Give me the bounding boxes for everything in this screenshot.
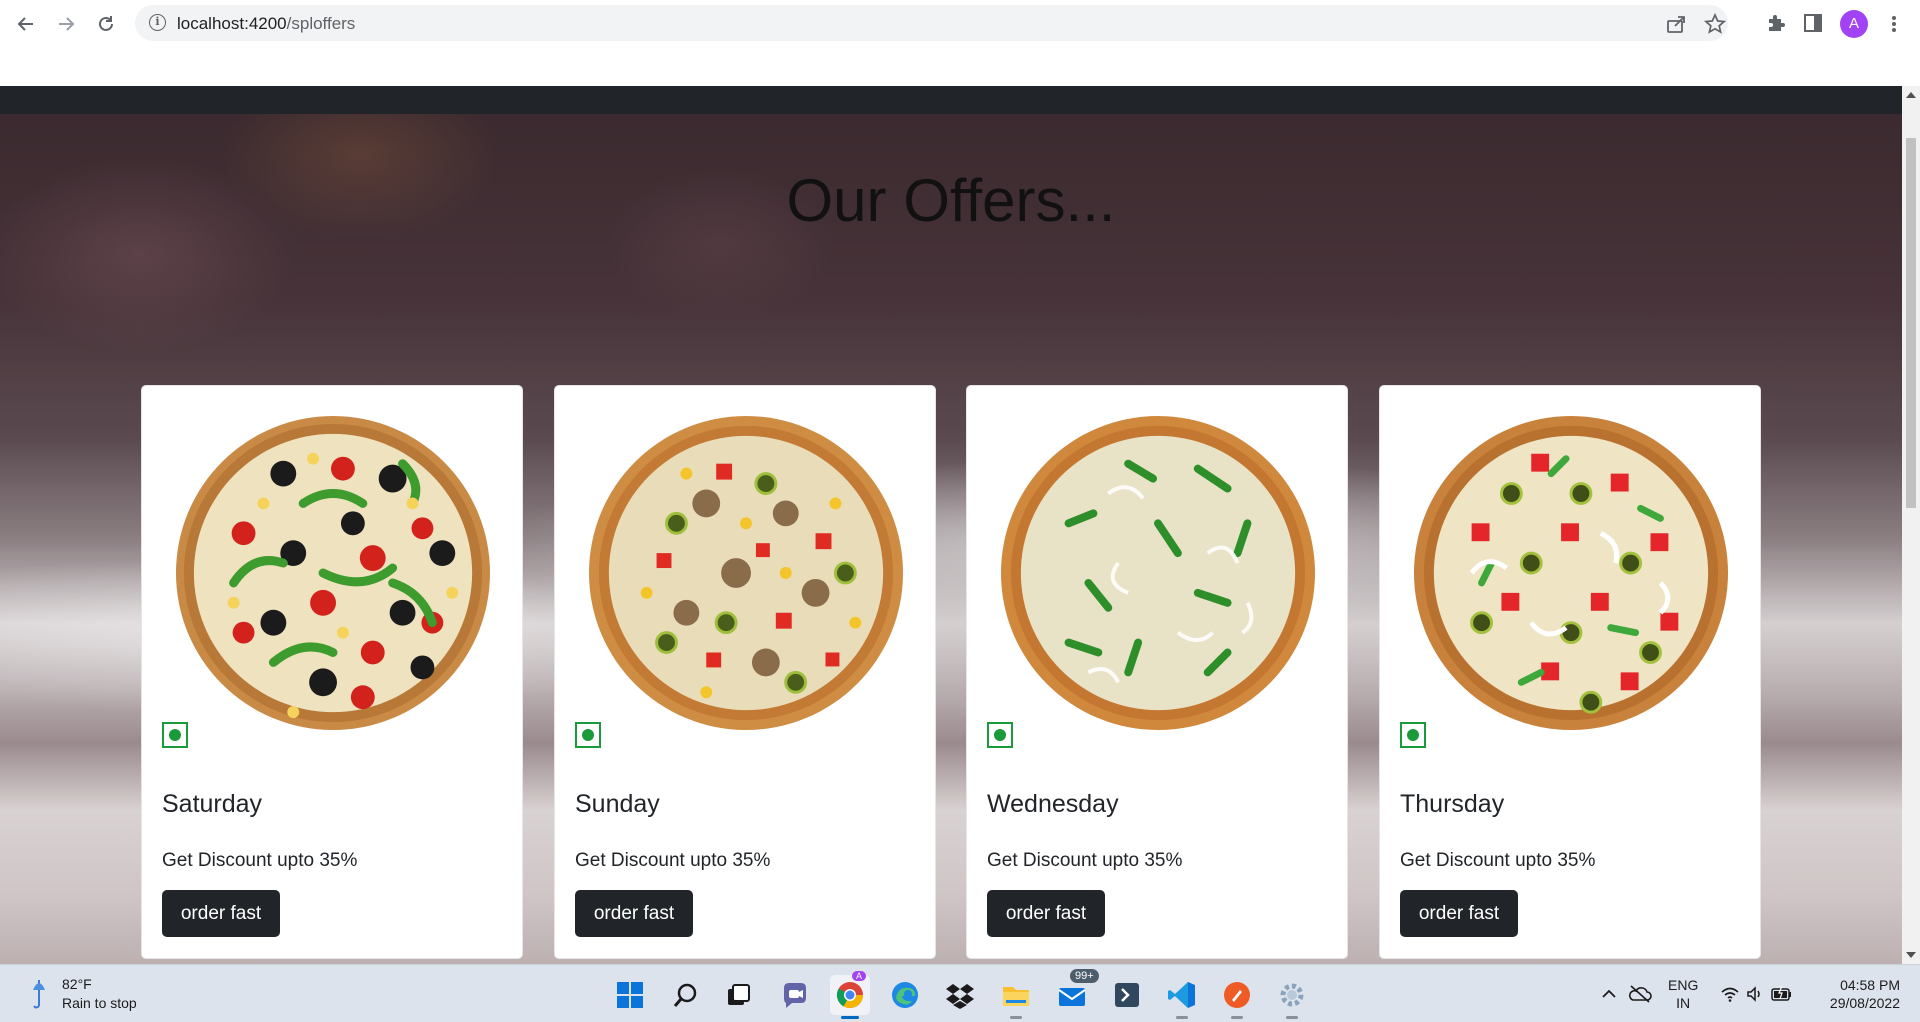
- card-text: Get Discount upto 35%: [1400, 850, 1596, 871]
- wifi-icon[interactable]: [1720, 984, 1740, 1004]
- offer-card-thursday: Thursday Get Discount upto 35% order fas…: [1379, 385, 1761, 959]
- card-title: Thursday: [1400, 790, 1505, 818]
- card-text: Get Discount upto 35%: [162, 850, 358, 871]
- scroll-up-arrow[interactable]: [1906, 92, 1916, 98]
- url-path: /sploffers: [286, 14, 356, 33]
- search-icon: [673, 983, 697, 1007]
- card-title: Saturday: [162, 790, 263, 818]
- card-title: Wednesday: [987, 790, 1119, 818]
- scrollbar-thumb[interactable]: [1906, 138, 1916, 508]
- taskbar-mail[interactable]: 99+: [1052, 969, 1099, 1015]
- bookmark-star-icon[interactable]: [1704, 13, 1726, 35]
- language-region: IN: [1676, 995, 1691, 1011]
- taskbar-dropbox[interactable]: [940, 975, 980, 1015]
- order-fast-button[interactable]: order fast: [162, 890, 280, 937]
- veg-icon: [162, 722, 188, 748]
- browser-toolbar: i localhost:4200/sploffers A: [0, 0, 1920, 86]
- site-navbar: [0, 86, 1902, 114]
- page-scrollbar[interactable]: [1902, 86, 1920, 964]
- battery-charging-icon[interactable]: [1770, 984, 1794, 1004]
- card-text: Get Discount upto 35%: [987, 850, 1183, 871]
- umbrella-icon: [33, 980, 45, 1009]
- taskbar-settings[interactable]: [1272, 975, 1312, 1019]
- start-button[interactable]: [610, 975, 650, 1015]
- profile-avatar[interactable]: A: [1840, 10, 1868, 38]
- clock-date: 29/08/2022: [1829, 995, 1900, 1011]
- windows-taskbar: 82°F Rain to stop A 99+ ENG IN 04:58 PM …: [0, 964, 1920, 1022]
- edge-icon: [892, 982, 918, 1008]
- taskbar-powershell[interactable]: [1107, 975, 1147, 1015]
- browser-menu-icon[interactable]: [1886, 10, 1902, 38]
- chrome-profile-badge: A: [852, 971, 867, 981]
- page-title: Our Offers...: [786, 167, 1116, 234]
- chevron-up-icon[interactable]: [1601, 987, 1617, 1001]
- order-fast-button[interactable]: order fast: [1400, 890, 1518, 937]
- url-host: localhost:4200: [177, 14, 287, 33]
- taskbar-task-view[interactable]: [718, 975, 758, 1015]
- veg-icon: [1400, 722, 1426, 748]
- vscode-icon: [1168, 982, 1195, 1008]
- language-indicator[interactable]: ENG IN: [1668, 976, 1698, 1012]
- scroll-down-arrow[interactable]: [1906, 952, 1916, 958]
- taskbar-edge[interactable]: [885, 975, 925, 1015]
- mail-icon: [1058, 988, 1086, 1006]
- back-button[interactable]: [12, 10, 40, 38]
- pizza-image: [175, 415, 491, 731]
- order-fast-button[interactable]: order fast: [987, 890, 1105, 937]
- offer-card-wednesday: Wednesday Get Discount upto 35% order fa…: [966, 385, 1348, 959]
- taskbar-postman[interactable]: [1217, 975, 1257, 1019]
- terminal-icon: [1115, 983, 1139, 1007]
- dropbox-icon: [946, 984, 974, 1009]
- taskbar-teams[interactable]: [775, 975, 815, 1015]
- taskbar-file-explorer[interactable]: [996, 975, 1036, 1019]
- reload-icon: [99, 16, 113, 31]
- language-code: ENG: [1668, 977, 1699, 993]
- site-info-icon[interactable]: i: [149, 14, 166, 31]
- chat-icon: [784, 983, 806, 1008]
- order-fast-button[interactable]: order fast: [575, 890, 693, 937]
- system-clock[interactable]: 04:58 PM 29/08/2022: [1810, 976, 1900, 1012]
- volume-icon[interactable]: [1745, 984, 1765, 1004]
- gear-icon: [1280, 983, 1304, 1007]
- onedrive-offline-icon[interactable]: [1628, 983, 1652, 1005]
- mail-unread-badge: 99+: [1070, 969, 1099, 983]
- offer-card-saturday: Saturday Get Discount upto 35% order fas…: [141, 385, 523, 959]
- windows-logo-icon: [617, 982, 643, 1008]
- weather-widget[interactable]: 82°F Rain to stop: [30, 975, 137, 1013]
- taskbar-search[interactable]: [666, 975, 706, 1015]
- card-title: Sunday: [575, 790, 660, 818]
- taskbar-chrome[interactable]: A: [830, 971, 870, 1019]
- weather-temperature: 82°F: [62, 976, 92, 992]
- page-viewport: Our Offers... Saturday Get Discount upto…: [0, 86, 1920, 964]
- pizza-image: [588, 415, 904, 731]
- card-text: Get Discount upto 35%: [575, 850, 771, 871]
- pizza-image: [1413, 415, 1729, 731]
- pizza-image: [1000, 415, 1316, 731]
- url-text[interactable]: localhost:4200/sploffers: [177, 14, 355, 34]
- chrome-icon: [836, 982, 864, 1009]
- arrow-left-icon: [17, 17, 33, 31]
- extensions-puzzle-icon[interactable]: [1763, 10, 1789, 36]
- taskbar-vscode[interactable]: [1162, 975, 1202, 1019]
- postman-icon: [1224, 982, 1250, 1008]
- veg-icon: [987, 722, 1013, 748]
- task-view-icon: [728, 984, 750, 1005]
- forward-button[interactable]: [52, 10, 80, 38]
- clock-time: 04:58 PM: [1840, 977, 1900, 993]
- offers-section: Our Offers... Saturday Get Discount upto…: [0, 114, 1902, 964]
- offer-card-sunday: Sunday Get Discount upto 35% order fast: [554, 385, 936, 959]
- reload-button[interactable]: [92, 10, 120, 38]
- folder-icon: [1003, 987, 1029, 1006]
- veg-icon: [575, 722, 601, 748]
- address-bar[interactable]: i localhost:4200/sploffers: [135, 5, 1728, 41]
- side-panel-icon[interactable]: [1800, 10, 1826, 36]
- share-icon[interactable]: [1665, 13, 1687, 35]
- arrow-right-icon: [59, 17, 75, 31]
- weather-description: Rain to stop: [62, 995, 137, 1011]
